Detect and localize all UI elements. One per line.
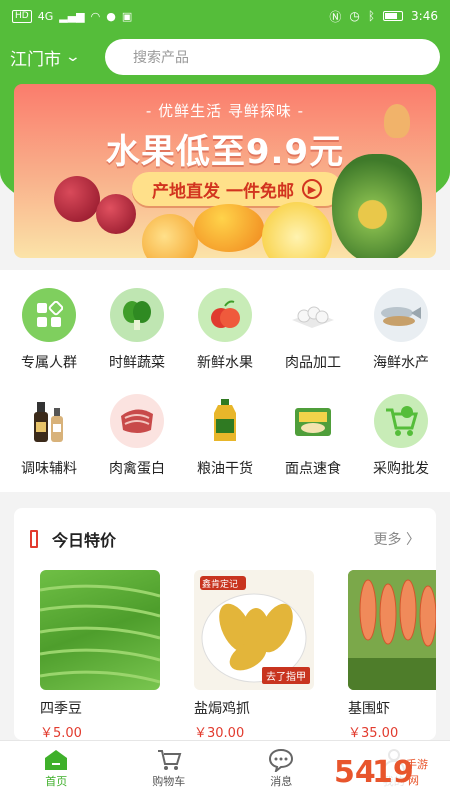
category-item[interactable]: 专属人群 (4, 288, 94, 372)
arrow-right-icon: ▶ (301, 179, 322, 199)
fish-icon (374, 288, 428, 342)
top-header: 江门市 ⌄ 搜索产品 (0, 32, 450, 82)
category-item[interactable]: 海鲜水产 (356, 288, 446, 372)
nfc-icon: Ⓝ (329, 9, 342, 24)
user-icon (338, 747, 450, 773)
product-card[interactable]: 基围虾 ￥35.00 (348, 570, 436, 740)
cart-sale-icon (374, 394, 428, 448)
category-label: 专属人群 (21, 355, 77, 371)
category-item[interactable]: 时鲜蔬菜 (92, 288, 182, 372)
category-item[interactable]: 肉品加工 (268, 288, 358, 372)
soy-sauce-icon (22, 394, 76, 448)
section-header: 今日特价 更多 〉 (14, 508, 436, 570)
category-item[interactable]: 新鲜水果 (180, 288, 270, 372)
category-label: 调味辅料 (21, 461, 77, 477)
orange-image (142, 214, 198, 258)
noodle-icon (286, 394, 340, 448)
section-title: 今日特价 (52, 531, 117, 550)
green-beans-image (40, 570, 160, 690)
category-label: 海鲜水产 (373, 355, 429, 371)
category-item[interactable]: 调味辅料 (4, 394, 94, 478)
category-label: 采购批发 (373, 461, 429, 477)
lemon-image (262, 202, 332, 258)
status-bar: HD 4G ▂▄▆ ◠ ● ▣ Ⓝ ◷ ᛒ 3:46 (0, 0, 450, 32)
meatball-icon (286, 288, 340, 342)
banner-cta-label: 产地直发 一件免邮 (152, 181, 294, 202)
tab-cart[interactable]: 购物车 (113, 741, 226, 800)
banner-slogan: - 优鲜生活 寻鲜探味 - (145, 102, 305, 120)
grid-icon (22, 288, 76, 342)
hd-indicator: HD (12, 9, 32, 23)
product-price: ￥30.00 (194, 726, 245, 740)
city-label: 江门市 (10, 49, 61, 70)
product-price: ￥35.00 (348, 726, 399, 740)
banner-cta-button[interactable]: 产地直发 一件免邮 ▶ (132, 172, 342, 206)
more-link[interactable]: 更多 〉 (374, 529, 420, 549)
shrimp-image (348, 570, 436, 690)
product-name: 盐焗鸡抓 (194, 701, 250, 717)
category-item[interactable]: 面点速食 (268, 394, 358, 478)
bluetooth-icon: ᛒ (367, 9, 376, 23)
app-notification-icon: ▣ (121, 9, 133, 23)
message-icon (225, 747, 338, 773)
home-icon (0, 747, 113, 773)
category-label: 时鲜蔬菜 (109, 355, 165, 371)
tab-label: 首页 (45, 775, 68, 788)
tab-label: 购物车 (152, 775, 186, 788)
chat-notification-icon: ● (106, 9, 116, 23)
tab-label: 我的 (382, 775, 405, 788)
tab-home[interactable]: 首页 (0, 741, 113, 800)
category-label: 肉禽蛋白 (109, 461, 165, 477)
category-item[interactable]: 采购批发 (356, 394, 446, 478)
city-selector[interactable]: 江门市 ⌄ (10, 45, 105, 70)
bottom-tab-bar: 首页 购物车 消息 我的 (0, 740, 450, 800)
category-label: 粮油干货 (197, 461, 253, 477)
daily-specials-section: 今日特价 更多 〉 四季豆 ￥5.00 鑫肯定记 去了指甲 盐焗鸡抓 ￥30.0… (14, 508, 436, 740)
search-input[interactable]: 搜索产品 (105, 39, 440, 75)
product-name: 基围虾 (348, 701, 390, 717)
avocado-image (332, 154, 422, 258)
wifi-icon: ◠ (90, 9, 101, 23)
sticker-tag: 去了指甲 (262, 667, 310, 684)
category-item[interactable]: 粮油干货 (180, 394, 270, 478)
bayberry-image (96, 194, 136, 234)
chicken-feet-image: 鑫肯定记 去了指甲 (194, 570, 314, 690)
mango-image (194, 204, 264, 252)
flag-icon (30, 530, 38, 548)
product-price: ￥5.00 (40, 726, 82, 740)
clock: 3:46 (411, 9, 438, 23)
product-card[interactable]: 四季豆 ￥5.00 (40, 570, 162, 740)
promo-banner[interactable]: - 优鲜生活 寻鲜探味 - 水果低至9.9元 产地直发 一件免邮 ▶ (14, 84, 436, 258)
category-item[interactable]: 肉禽蛋白 (92, 394, 182, 478)
signal-icon: 4G (37, 9, 54, 23)
search-placeholder: 搜索产品 (133, 50, 189, 66)
tab-profile[interactable]: 我的 (338, 741, 450, 800)
category-label: 面点速食 (285, 461, 341, 477)
product-card[interactable]: 鑫肯定记 去了指甲 盐焗鸡抓 ￥30.00 (194, 570, 316, 740)
product-name: 四季豆 (40, 701, 82, 717)
tab-messages[interactable]: 消息 (225, 741, 338, 800)
bayberry-image (54, 176, 100, 222)
tab-label: 消息 (270, 775, 293, 788)
cart-icon (113, 747, 226, 773)
brand-tag: 鑫肯定记 (202, 580, 239, 590)
apple-icon (198, 288, 252, 342)
category-label: 新鲜水果 (197, 355, 253, 371)
signal-bars-icon: ▂▄▆ (59, 9, 85, 23)
battery-icon (383, 11, 404, 21)
chevron-down-icon: ⌄ (64, 49, 82, 65)
meat-icon (110, 394, 164, 448)
category-label: 肉品加工 (285, 355, 341, 371)
alarm-icon: ◷ (349, 9, 360, 23)
category-grid: 专属人群 时鲜蔬菜 新鲜水果 肉品加工 海鲜水产 调味辅料 肉禽蛋白 粮油干货 … (0, 270, 450, 492)
cashew-image (384, 104, 410, 138)
vegetable-icon (110, 288, 164, 342)
oil-bottle-icon (198, 394, 252, 448)
